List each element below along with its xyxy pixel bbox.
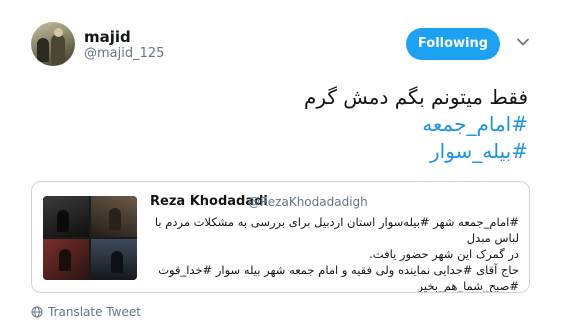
avatar-figure: [37, 38, 49, 62]
hashtag-link[interactable]: #امام_جمعه: [48, 111, 528, 138]
media-thumbnail: [43, 239, 89, 280]
media-thumbnail: [91, 196, 137, 237]
tweet-text: فقط میتونم بگم دمش گرم #امام_جمعه #بیله_…: [48, 84, 528, 165]
translate-tweet-link[interactable]: Translate Tweet: [31, 305, 141, 319]
media-thumbnail: [91, 239, 137, 280]
quoted-user-handle: @RezaKhodadadigh: [248, 195, 368, 209]
quoted-tweet-media[interactable]: [43, 196, 137, 280]
quoted-tweet-text: #امام_جمعه شهر #بیله‌سوار استان اردبیل ب…: [144, 214, 520, 293]
following-button[interactable]: Following: [406, 28, 500, 60]
tweet-text-line: فقط میتونم بگم دمش گرم: [303, 85, 528, 109]
avatar-figure: [51, 34, 65, 64]
user-handle[interactable]: @majid_125: [84, 46, 164, 61]
quoted-text-line: حاج آقای #جدایی نماینده ولی فقیه و امام …: [158, 263, 519, 277]
quoted-text-line: #صبح_شما_هم_بخیر: [417, 279, 520, 293]
quoted-tweet-card[interactable]: Reza Khodadadi @RezaKhodadadigh #امام_جم…: [31, 181, 530, 293]
hashtag-link[interactable]: #بیله_سوار: [48, 138, 528, 165]
chevron-down-icon[interactable]: [515, 34, 531, 50]
avatar[interactable]: [31, 22, 75, 66]
display-name[interactable]: majid: [84, 28, 131, 46]
media-thumbnail: [43, 196, 89, 237]
quoted-text-line: #امام_جمعه شهر #بیله‌سوار استان اردبیل ب…: [154, 215, 519, 245]
globe-icon: [31, 306, 43, 318]
avatar-figure-head: [54, 28, 63, 37]
quoted-text-line: در گمرک این شهر حضور یافت.: [369, 247, 519, 261]
translate-label: Translate Tweet: [48, 305, 141, 319]
